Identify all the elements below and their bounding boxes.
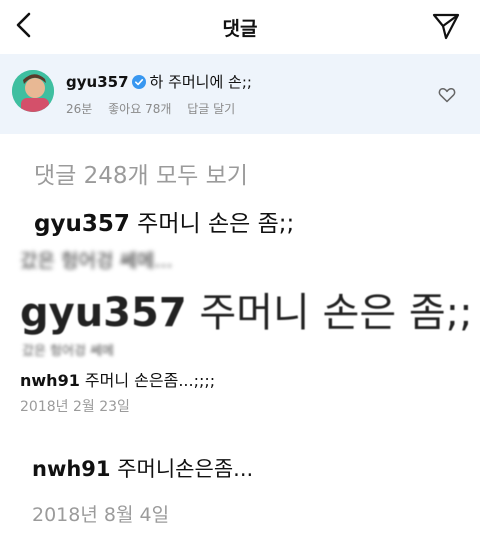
comment-row: nwh91 주머니손은좀... xyxy=(32,453,253,483)
comment-username[interactable]: gyu357 xyxy=(20,290,187,336)
caption-likes[interactable]: 좋아요 78개 xyxy=(108,102,171,116)
comment-date: 2018년 2월 23일 xyxy=(20,399,130,415)
caption-panel xyxy=(0,54,480,134)
comment-username[interactable]: nwh91 xyxy=(32,457,111,481)
comment-username[interactable]: nwh91 xyxy=(20,371,80,390)
avatar[interactable] xyxy=(12,70,54,112)
comment-row: nwh91 주머니 손은좀...;;;; xyxy=(20,367,215,391)
heart-icon[interactable] xyxy=(438,86,456,104)
blurred-text-line: 갔은 헝어겅 쎄메 xyxy=(22,344,114,358)
caption-meta: 26분 좋아요 78개 답글 달기 xyxy=(66,100,247,117)
view-all-comments-link[interactable]: 댓글 248개 모두 보기 xyxy=(34,156,248,190)
avatar-image-icon xyxy=(12,70,54,112)
blurred-text-line: 갔은 헝어겅 쎄메... xyxy=(20,250,173,270)
comment-date: 2018년 8월 4일 xyxy=(32,504,170,526)
top-bar: 댓글 xyxy=(0,0,480,54)
paper-plane-icon[interactable] xyxy=(430,10,462,42)
comment-text: 주머니 손은 좀;; xyxy=(199,290,473,336)
comment-row-enlarged: gyu357 주머니 손은 좀;; xyxy=(20,280,473,338)
comment-text: 주머니 손은 좀;; xyxy=(137,211,295,237)
caption-time: 26분 xyxy=(66,102,93,116)
page-title: 댓글 xyxy=(222,18,258,40)
caption-text: 하 주머니에 손;; xyxy=(149,73,252,91)
caption-line: gyu357 하 주머니에 손;; xyxy=(66,71,252,92)
comment-username[interactable]: gyu357 xyxy=(34,211,130,237)
caption-username[interactable]: gyu357 xyxy=(66,73,129,91)
caption-reply-button[interactable]: 답글 달기 xyxy=(187,102,235,116)
comment-text: 주머니손은좀... xyxy=(117,457,254,481)
verified-badge-icon xyxy=(131,75,146,89)
comment-text: 주머니 손은좀...;;;; xyxy=(84,371,216,390)
comment-row: gyu357 주머니 손은 좀;; xyxy=(34,204,294,238)
